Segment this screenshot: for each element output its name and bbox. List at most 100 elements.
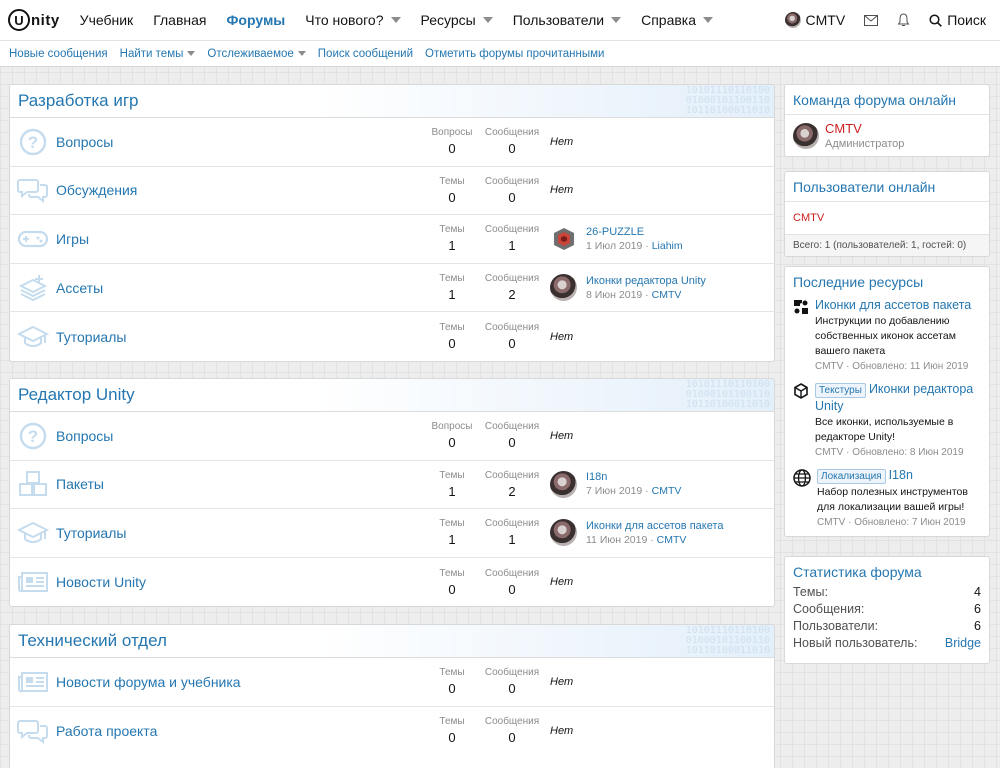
resource-body: Локализация I18n Набор полезных инструмент…	[817, 467, 983, 528]
last-post-none: Нет	[550, 429, 574, 442]
last-post-user[interactable]: CMTV	[657, 534, 687, 546]
forum-title-link[interactable]: Ассеты	[56, 280, 416, 296]
nav-item-1[interactable]: Главная	[143, 0, 216, 41]
unity-logo-text: nity	[31, 11, 60, 29]
last-post-meta: 11 Июн 2019 · CMTV	[586, 534, 724, 546]
resource-description: Инструкции по добавлению собственных ико…	[815, 315, 956, 357]
nav-item-5[interactable]: Пользователи	[503, 0, 631, 41]
nav-item-label: Главная	[153, 12, 207, 28]
category-title[interactable]: Разработка игр	[18, 91, 139, 111]
chevron-down-icon	[390, 17, 401, 23]
subnav-item-0[interactable]: Новые сообщения	[3, 48, 114, 60]
search-button[interactable]: Поиск	[919, 12, 1000, 28]
resource-prefix-tag[interactable]: Текстуры	[815, 383, 866, 398]
forum-title-link[interactable]: Вопросы	[56, 428, 416, 444]
last-post-date[interactable]: 1 Июл 2019	[586, 240, 642, 252]
subnav-item-4[interactable]: Отметить форумы прочитанными	[419, 48, 610, 60]
nav-item-3[interactable]: Что нового?	[295, 0, 410, 41]
resource-prefix-tag[interactable]: Локализация	[817, 469, 886, 484]
inbox-button[interactable]	[855, 0, 887, 41]
forum-title-link[interactable]: Туториалы	[56, 329, 416, 345]
resource-title-link[interactable]: Иконки для ассетов пакета	[815, 298, 971, 312]
chevron-down-icon	[703, 17, 714, 23]
resource-title-line: Текстуры Иконки редактора Unity	[815, 381, 983, 414]
last-post-date[interactable]: 11 Июн 2019	[586, 534, 647, 546]
online-user-list[interactable]: CMTV	[785, 202, 989, 234]
resource-title-link[interactable]: I18n	[889, 468, 913, 482]
nav-item-2[interactable]: Форумы	[216, 0, 295, 41]
unity-logo-mark: U	[8, 9, 30, 31]
last-post: Нет	[550, 331, 573, 343]
last-thread-link[interactable]: Иконки редактора Unity	[586, 275, 706, 287]
avatar[interactable]	[793, 122, 819, 149]
assets-icon	[10, 273, 56, 303]
stat-label: Сообщения	[484, 421, 540, 433]
stat-label: Сообщения	[484, 567, 540, 579]
forum-stats-title[interactable]: Статистика форума	[785, 557, 989, 584]
staff-username[interactable]: CMTV	[825, 121, 904, 136]
last-post-user[interactable]: Liahim	[652, 240, 683, 252]
svg-text:?: ?	[28, 133, 38, 152]
puzzle-pieces-icon[interactable]	[793, 299, 809, 372]
unity-logo[interactable]: U nity	[8, 9, 60, 31]
graduation-cap-icon	[10, 520, 56, 546]
forum-row: Туториалы Темы 0 Сообщения 0 Нет	[10, 312, 774, 361]
last-post-meta: 8 Июн 2019 · CMTV	[586, 289, 706, 301]
stat-label: Темы	[439, 175, 465, 187]
staff-online-title[interactable]: Команда форума онлайн	[785, 85, 989, 115]
subnav-item-3[interactable]: Поиск сообщений	[312, 48, 419, 60]
nav-item-4[interactable]: Ресурсы	[411, 0, 503, 41]
avatar[interactable]	[550, 519, 577, 547]
stat-label: Сообщения	[484, 322, 540, 334]
resource-body: Иконки для ассетов пакета Инструкции по д…	[815, 297, 983, 372]
forum-row: Туториалы Темы 1 Сообщения 1 Иконки для ассет…	[10, 509, 774, 558]
category-title[interactable]: Редактор Unity	[18, 385, 135, 405]
last-thread-link[interactable]: Иконки для ассетов пакета	[586, 520, 724, 532]
forum-title-link[interactable]: Новости форума и учебника	[56, 674, 416, 690]
question-icon: ?	[10, 422, 56, 450]
users-online-title[interactable]: Пользователи онлайн	[785, 172, 989, 202]
newest-member-link[interactable]: Bridge	[945, 635, 981, 652]
subnav-item-2[interactable]: Отслеживаемое	[201, 48, 311, 60]
globe-icon[interactable]	[793, 469, 811, 528]
avatar[interactable]	[550, 274, 577, 302]
category-title[interactable]: Технический отдел	[18, 631, 167, 651]
last-thread-link[interactable]: I18n	[586, 471, 681, 483]
forum-title-link[interactable]: Вопросы	[56, 134, 416, 150]
news-icon	[10, 670, 56, 694]
last-post-user[interactable]: CMTV	[652, 485, 682, 497]
forum-title-link[interactable]: Обсуждения	[56, 182, 416, 198]
forum-stat-messages: Сообщения 0	[482, 322, 542, 351]
unity-editor-icon[interactable]	[793, 383, 809, 458]
nav-item-label: Ресурсы	[420, 12, 476, 28]
discussion-icon	[10, 176, 56, 204]
nav-item-0[interactable]: Учебник	[70, 0, 144, 41]
forum-stat-messages: Сообщения 0	[482, 568, 542, 597]
stat-value: 0	[508, 730, 516, 746]
alerts-button[interactable]	[887, 0, 919, 41]
forum-title-link[interactable]: Туториалы	[56, 525, 416, 541]
forum-title-link[interactable]: Игры	[56, 231, 416, 247]
stat-value: 1	[448, 238, 456, 254]
forum-stat-threads: Темы 1	[422, 518, 482, 547]
last-post-meta: 7 Июн 2019 · CMTV	[586, 485, 681, 497]
resource-item: Локализация I18n Набор полезных инструмент…	[785, 462, 989, 532]
user-menu[interactable]: CMTV	[775, 12, 856, 28]
last-post-user[interactable]: CMTV	[652, 289, 682, 301]
nav-item-6[interactable]: Справка	[631, 0, 723, 41]
last-post-date[interactable]: 8 Июн 2019	[586, 289, 642, 301]
avatar[interactable]	[550, 470, 577, 498]
envelope-icon	[864, 14, 879, 26]
chevron-down-icon	[611, 17, 622, 23]
last-post-date[interactable]: 7 Июн 2019	[586, 485, 642, 497]
stat-value: 0	[508, 435, 516, 451]
forum-title-link[interactable]: Пакеты	[56, 476, 416, 492]
subnav-item-label: Отслеживаемое	[207, 47, 294, 60]
forum-stat-threads: Темы 0	[422, 322, 482, 351]
subnav-item-1[interactable]: Найти темы	[114, 48, 202, 60]
latest-resources-title[interactable]: Последние ресурсы	[785, 267, 989, 292]
last-thread-link[interactable]: 26-PUZZLE	[586, 226, 683, 238]
forum-title-link[interactable]: Новости Unity	[56, 574, 416, 590]
thread-thumbnail[interactable]	[550, 225, 577, 253]
forum-title-link[interactable]: Работа проекта	[56, 723, 416, 739]
